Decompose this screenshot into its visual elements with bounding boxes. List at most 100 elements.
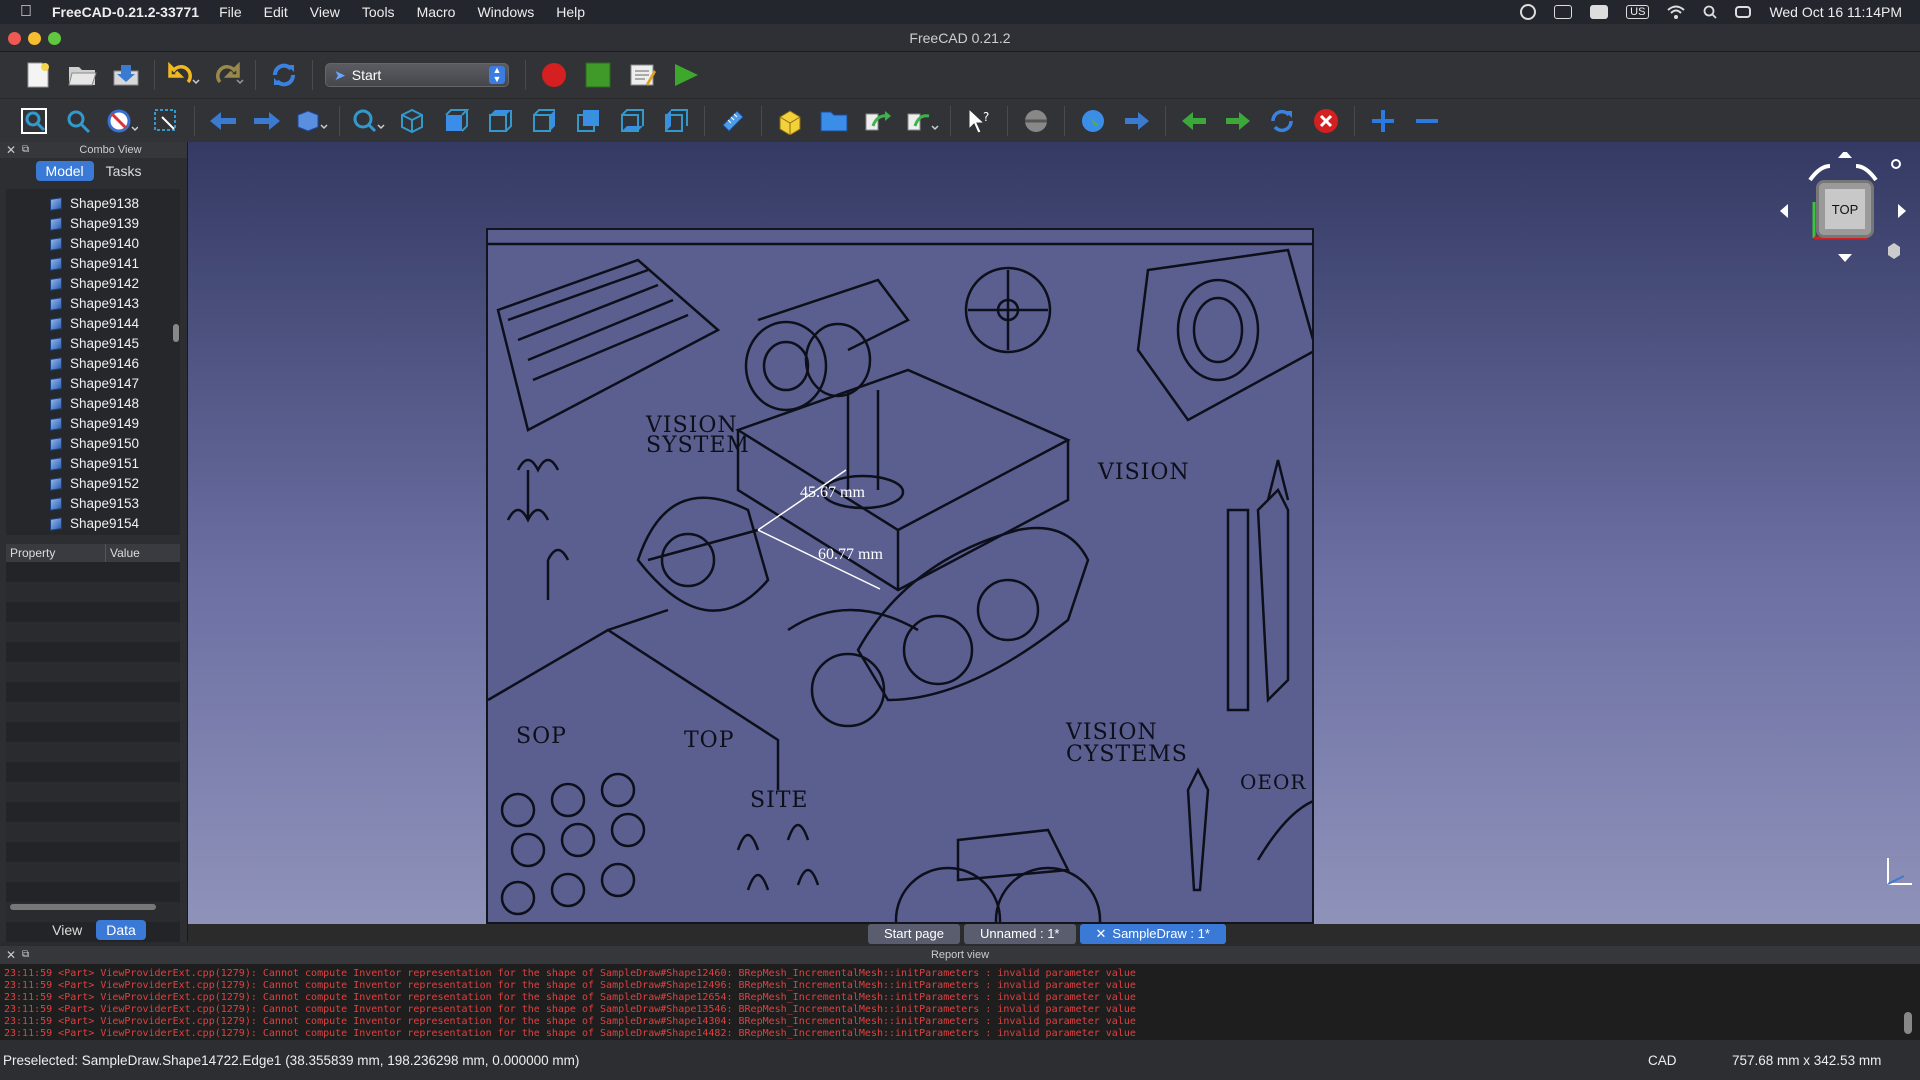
dimension-label-1[interactable]: 45.67 mm (800, 484, 865, 502)
property-scrollbar[interactable] (10, 904, 156, 910)
save-file-icon[interactable] (109, 58, 143, 92)
measure-distance-icon[interactable] (716, 104, 750, 138)
link-actions-icon[interactable] (905, 104, 939, 138)
whats-this-icon[interactable]: ? (962, 104, 996, 138)
macro-record-icon[interactable] (537, 58, 571, 92)
tree-item[interactable]: Shape9151 (6, 453, 176, 473)
tree-scroll-thumb[interactable] (173, 324, 179, 342)
report-scroll-thumb[interactable] (1904, 1012, 1912, 1034)
tree-item[interactable]: Shape9146 (6, 353, 176, 373)
report-view[interactable]: 23:11:59 <Part> ViewProviderExt.cpp(1279… (0, 964, 1920, 1040)
tree-scrollbar[interactable] (172, 189, 180, 535)
close-tab-icon[interactable]: ✕ (1096, 926, 1107, 941)
front-view-icon[interactable] (439, 104, 473, 138)
web-stop-icon[interactable] (1309, 104, 1343, 138)
draw-style-icon[interactable] (105, 104, 139, 138)
tab-sampledraw[interactable]: ✕ SampleDraw : 1* (1079, 924, 1226, 944)
zoom-in-icon[interactable] (1366, 104, 1400, 138)
bottom-view-icon[interactable] (615, 104, 649, 138)
tree-item[interactable]: Shape9148 (6, 393, 176, 413)
dimension-label-2[interactable]: 60.77 mm (818, 546, 883, 564)
float-report-icon[interactable]: ⧉ (22, 946, 29, 964)
web-back-icon[interactable] (1177, 104, 1211, 138)
tree-item[interactable]: Shape9140 (6, 233, 176, 253)
fit-all-icon[interactable] (17, 104, 51, 138)
imported-drawing[interactable]: VISION SYSTEM VISION VISION CYSTEMS SOP … (486, 228, 1314, 924)
openai-icon[interactable] (1520, 4, 1537, 20)
close-panel-icon[interactable]: ✕ (6, 142, 16, 158)
tree-item[interactable]: Shape9152 (6, 473, 176, 493)
tree-item[interactable]: Shape9142 (6, 273, 176, 293)
clock[interactable]: Wed Oct 16 11:14PM (1769, 4, 1902, 20)
minimize-window-button[interactable] (28, 32, 41, 45)
menu-tools[interactable]: Tools (362, 4, 395, 20)
navigation-cube[interactable]: TOP (1778, 152, 1908, 272)
workbench-selector[interactable]: ➤ Start ▲ ▼ (325, 63, 509, 87)
screen-icon[interactable] (1554, 5, 1573, 19)
wifi-icon[interactable] (1667, 5, 1686, 19)
tree-item[interactable]: Shape9144 (6, 313, 176, 333)
menu-file[interactable]: File (219, 4, 242, 20)
tree-item[interactable]: Shape9143 (6, 293, 176, 313)
tab-model[interactable]: Model (35, 161, 94, 181)
apple-icon[interactable]:  (0, 3, 52, 21)
left-view-icon[interactable] (659, 104, 693, 138)
menu-view[interactable]: View (310, 4, 340, 20)
tab-tasks[interactable]: Tasks (96, 161, 152, 181)
menu-macro[interactable]: Macro (417, 4, 456, 20)
web-go-icon[interactable] (1120, 104, 1154, 138)
std-views-icon[interactable] (294, 104, 328, 138)
macro-edit-icon[interactable] (625, 58, 659, 92)
macro-stop-icon[interactable] (581, 58, 615, 92)
spotlight-icon[interactable] (1703, 5, 1718, 19)
tab-view[interactable]: View (42, 920, 92, 940)
text-icon[interactable] (1590, 5, 1609, 19)
create-link-icon[interactable] (861, 104, 895, 138)
close-window-button[interactable] (8, 32, 21, 45)
menu-edit[interactable]: Edit (264, 4, 288, 20)
tab-data[interactable]: Data (96, 920, 146, 940)
menu-windows[interactable]: Windows (477, 4, 534, 20)
redo-icon[interactable] (210, 58, 244, 92)
zoom-out-icon[interactable] (1410, 104, 1444, 138)
undo-icon[interactable] (166, 58, 200, 92)
keyboard-layout[interactable]: US (1626, 5, 1650, 19)
tab-start-page[interactable]: Start page (868, 924, 960, 944)
close-report-icon[interactable]: ✕ (6, 946, 16, 964)
open-file-icon[interactable] (65, 58, 99, 92)
view-back-icon[interactable] (206, 104, 240, 138)
refresh-icon[interactable] (267, 58, 301, 92)
tree-item[interactable]: Shape9147 (6, 373, 176, 393)
create-part-icon[interactable] (773, 104, 807, 138)
tree-item[interactable]: Shape9138 (6, 193, 176, 213)
3d-viewport[interactable]: VISION SYSTEM VISION VISION CYSTEMS SOP … (188, 142, 1920, 924)
tree-item[interactable]: Shape9154 (6, 513, 176, 533)
tree-item[interactable]: Shape9139 (6, 213, 176, 233)
view-forward-icon[interactable] (250, 104, 284, 138)
menu-help[interactable]: Help (556, 4, 585, 20)
app-menu[interactable]: FreeCAD-0.21.2-33771 (52, 4, 199, 20)
navigation-style[interactable]: CAD (1648, 1053, 1677, 1068)
web-refresh-icon[interactable] (1265, 104, 1299, 138)
web-next-icon[interactable] (1221, 104, 1255, 138)
isometric-view-icon[interactable] (395, 104, 429, 138)
top-view-icon[interactable] (483, 104, 517, 138)
create-group-icon[interactable] (817, 104, 851, 138)
navcube-top-face[interactable]: TOP (1816, 180, 1874, 238)
tree-item[interactable]: Shape9149 (6, 413, 176, 433)
web-home-icon[interactable] (1076, 104, 1110, 138)
control-center-icon[interactable] (1735, 6, 1752, 18)
tab-unnamed[interactable]: Unnamed : 1* (964, 924, 1076, 944)
tree-item[interactable]: Shape9150 (6, 433, 176, 453)
zoom-icon[interactable] (351, 104, 385, 138)
value-column-header[interactable]: Value (106, 544, 140, 562)
web-navigate-icon[interactable] (1019, 104, 1053, 138)
zoom-window-button[interactable] (48, 32, 61, 45)
tree-item[interactable]: Shape9153 (6, 493, 176, 513)
right-view-icon[interactable] (527, 104, 561, 138)
bounding-box-icon[interactable] (149, 104, 183, 138)
tree-item[interactable]: Shape9141 (6, 253, 176, 273)
new-file-icon[interactable] (21, 58, 55, 92)
fit-selection-icon[interactable] (61, 104, 95, 138)
rear-view-icon[interactable] (571, 104, 605, 138)
